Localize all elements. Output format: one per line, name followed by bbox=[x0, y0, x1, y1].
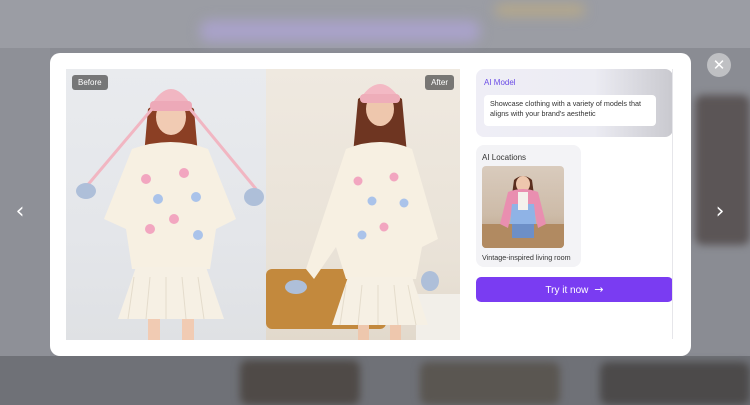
panel-scrollbar[interactable] bbox=[672, 69, 673, 339]
ai-model-title: AI Model bbox=[484, 78, 516, 87]
background-sidebar bbox=[0, 48, 50, 405]
background-banner bbox=[200, 20, 480, 42]
after-model-illustration bbox=[266, 84, 460, 340]
background-card bbox=[600, 362, 750, 405]
before-photo: Before bbox=[66, 69, 266, 340]
after-label: After bbox=[425, 75, 454, 90]
location-thumbnail[interactable] bbox=[482, 166, 564, 248]
background-card bbox=[240, 360, 360, 405]
ai-model-description: Showcase clothing with a variety of mode… bbox=[484, 95, 656, 126]
ai-model-card[interactable]: AI Model Showcase clothing with a variet… bbox=[476, 69, 673, 137]
after-photo: After bbox=[266, 69, 460, 340]
before-model-illustration bbox=[76, 89, 264, 340]
ai-locations-card[interactable]: AI Locations Vintage-inspired living roo… bbox=[476, 145, 581, 267]
next-arrow-icon[interactable]: › bbox=[708, 198, 732, 226]
background-card bbox=[420, 362, 560, 405]
try-it-now-button[interactable]: Try it now → bbox=[476, 277, 673, 302]
location-caption: Vintage-inspired living room bbox=[482, 253, 571, 262]
ai-locations-title: AI Locations bbox=[482, 153, 527, 162]
arrow-right-icon: → bbox=[594, 283, 604, 296]
before-after-comparison: Before After bbox=[66, 69, 460, 340]
previous-arrow-icon[interactable]: ‹ bbox=[8, 198, 32, 226]
location-model-illustration bbox=[482, 176, 564, 248]
try-it-now-label: Try it now bbox=[545, 285, 589, 296]
preview-modal: Before After AI Model Showcase clothing … bbox=[50, 53, 691, 356]
before-label: Before bbox=[72, 75, 108, 90]
close-icon[interactable]: ✕ bbox=[707, 53, 731, 77]
background-badge bbox=[495, 4, 585, 16]
